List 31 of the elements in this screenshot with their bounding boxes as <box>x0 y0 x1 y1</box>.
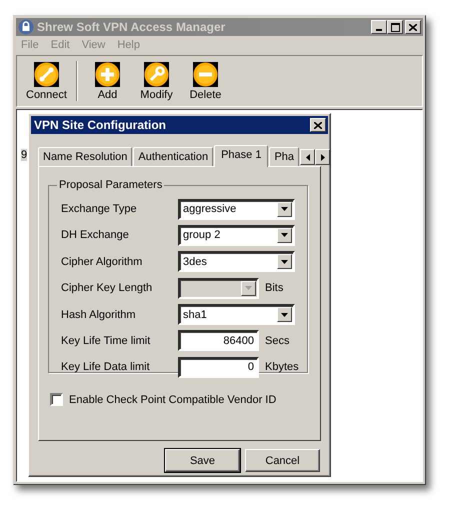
tab[interactable]: Phase 1 <box>214 145 268 167</box>
tab[interactable]: Name Resolution <box>38 147 132 166</box>
toolbar-button[interactable]: Delete <box>181 62 230 100</box>
field-label: Hash Algorithm <box>61 308 137 321</box>
window-title: Shrew Soft VPN Access Manager <box>37 20 226 34</box>
unit-label: Secs <box>265 334 290 347</box>
toolbar-button[interactable]: Add <box>83 62 132 100</box>
site-entry[interactable]: 9 <box>21 149 28 161</box>
toolbar-button[interactable]: Connect <box>22 62 71 100</box>
field-label: Cipher Key Length <box>61 282 154 294</box>
dropdown[interactable]: group 2 <box>178 224 295 246</box>
field-label: Key Life Time limit <box>61 334 152 347</box>
unit-label: Bits <box>265 282 284 294</box>
dialog-button[interactable]: Save <box>165 449 240 472</box>
dropdown[interactable]: sha1 <box>178 304 295 326</box>
tab[interactable]: Pha <box>269 147 300 166</box>
unit-label: Kbytes <box>265 361 299 374</box>
group-title: Proposal Parameters <box>58 179 164 191</box>
field-label: Key Life Data limit <box>61 361 151 374</box>
checkbox-label: Enable Check Point Compatible Vendor ID <box>69 394 276 406</box>
input-field[interactable]: 0 <box>178 356 259 378</box>
input-field[interactable]: 86400 <box>178 330 259 352</box>
field-label: Exchange Type <box>61 203 138 215</box>
field-label: DH Exchange <box>61 229 130 242</box>
dropdown[interactable]: aggressive <box>178 198 295 220</box>
dialog-title: VPN Site Configuration <box>34 118 166 132</box>
dialog-button[interactable]: Cancel <box>245 449 320 472</box>
dropdown[interactable]: 3des <box>178 251 295 272</box>
toolbar-button[interactable]: Modify <box>132 62 181 100</box>
tab[interactable]: Authentication <box>133 147 214 166</box>
field-label: Cipher Algorithm <box>61 256 144 268</box>
